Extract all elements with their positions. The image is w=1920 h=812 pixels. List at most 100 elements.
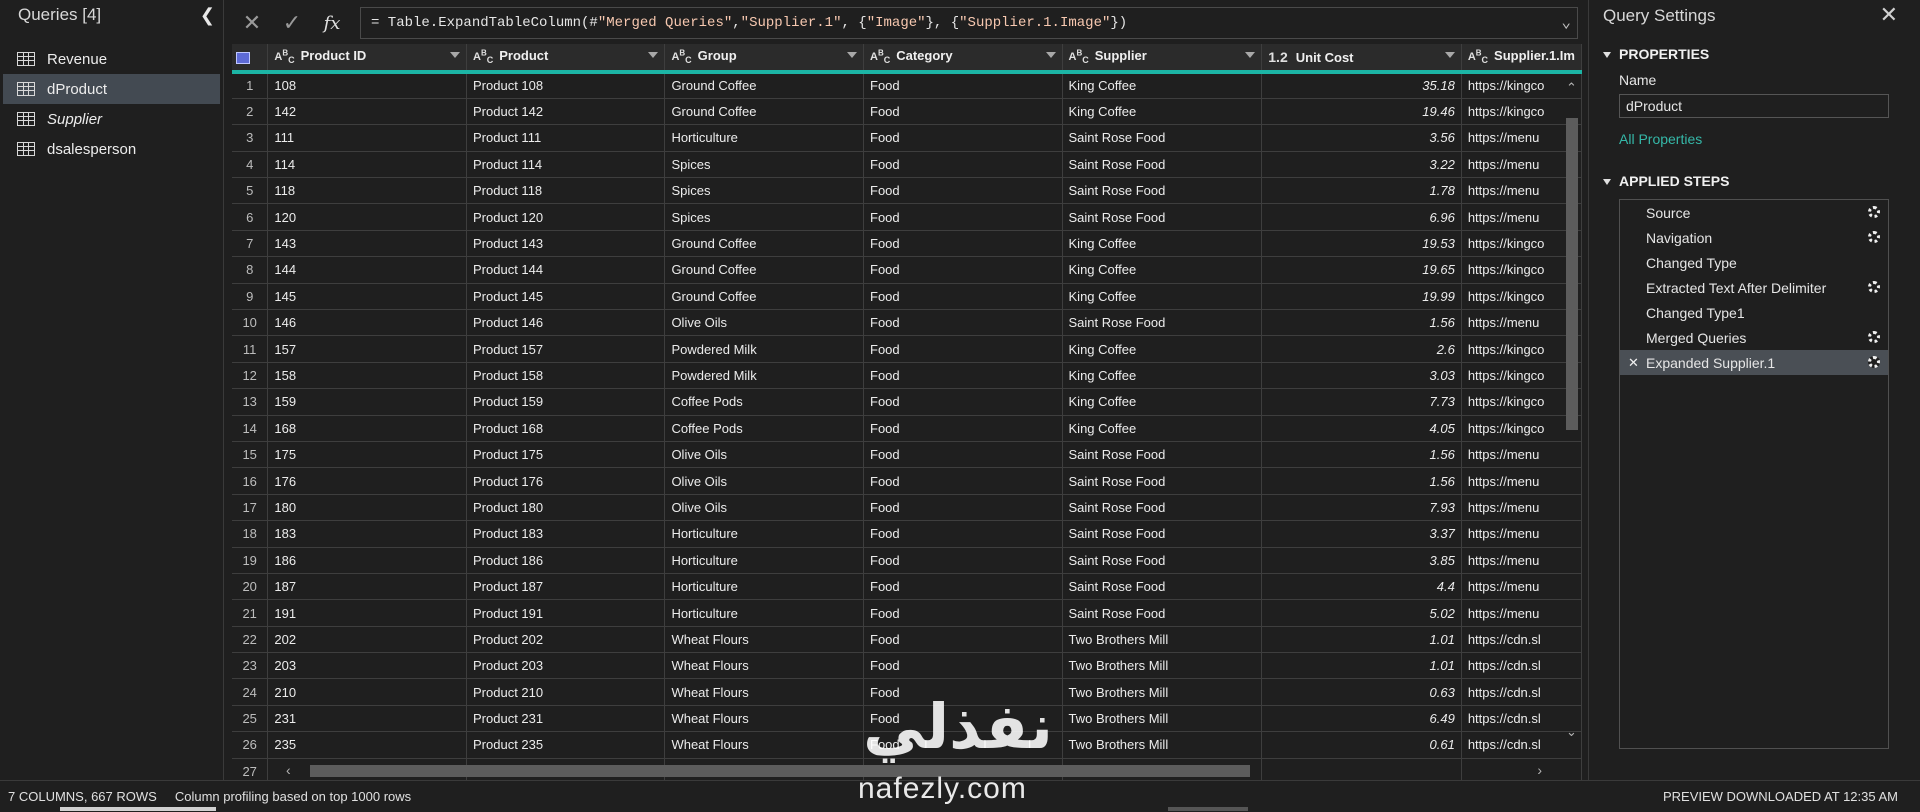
table-cell[interactable]: Food <box>863 415 1063 442</box>
table-cell[interactable]: King Coffee <box>1062 72 1263 99</box>
table-cell-unit-cost[interactable]: 4.05 <box>1261 415 1462 442</box>
table-cell[interactable]: Product 120 <box>466 203 666 231</box>
table-cell[interactable]: Food <box>863 309 1063 337</box>
filter-dropdown-icon[interactable] <box>1444 52 1455 58</box>
table-cell-unit-cost[interactable]: 0.63 <box>1261 678 1462 706</box>
table-cell[interactable]: Food <box>863 230 1063 258</box>
text-type-icon[interactable]: ABC <box>671 49 691 66</box>
delete-step-icon[interactable]: ✕ <box>1628 355 1639 371</box>
text-type-icon[interactable]: ABC <box>870 49 890 66</box>
gear-icon[interactable] <box>1868 231 1880 243</box>
table-cell[interactable]: 187 <box>267 573 468 601</box>
table-cell[interactable]: Product 108 <box>466 72 666 99</box>
collapse-pane-icon[interactable]: ❮ <box>200 5 215 26</box>
row-number[interactable]: 14 <box>232 415 269 442</box>
row-number[interactable]: 6 <box>232 203 269 231</box>
table-cell[interactable]: King Coffee <box>1062 388 1263 416</box>
table-cell-unit-cost[interactable]: 1.01 <box>1261 626 1462 654</box>
row-number[interactable]: 5 <box>232 177 269 205</box>
table-cell[interactable]: Food <box>863 335 1063 363</box>
table-cell-unit-cost[interactable]: 4.4 <box>1261 573 1462 601</box>
table-cell[interactable]: Horticulture <box>664 599 864 627</box>
row-number[interactable]: 24 <box>232 678 269 706</box>
column-header[interactable]: ABC Group <box>664 44 864 74</box>
scroll-right-icon[interactable]: › <box>1537 762 1542 778</box>
table-cell[interactable]: 210 <box>267 678 468 706</box>
commit-formula-icon[interactable]: ✓ <box>272 6 312 40</box>
table-cell[interactable]: Spices <box>664 177 864 205</box>
text-type-icon[interactable]: ABC <box>473 49 493 66</box>
table-cell[interactable]: Product 180 <box>466 494 666 522</box>
row-number[interactable]: 21 <box>232 599 269 627</box>
row-number[interactable]: 3 <box>232 124 269 152</box>
table-cell[interactable]: Product 144 <box>466 256 666 284</box>
row-number[interactable]: 10 <box>232 309 269 337</box>
scroll-down-icon[interactable]: ⌄ <box>1566 724 1577 740</box>
scroll-left-icon[interactable]: ‹ <box>286 762 291 778</box>
table-cell[interactable]: King Coffee <box>1062 362 1263 390</box>
table-cell[interactable]: 145 <box>267 283 468 311</box>
table-cell-unit-cost[interactable]: 6.49 <box>1261 705 1462 733</box>
applied-step[interactable]: Extracted Text After Delimiter <box>1620 275 1888 300</box>
row-number[interactable]: 22 <box>232 626 269 654</box>
table-cell[interactable]: Horticulture <box>664 573 864 601</box>
table-cell[interactable]: Food <box>863 626 1063 654</box>
table-cell[interactable]: 108 <box>267 72 468 99</box>
table-cell[interactable]: Product 111 <box>466 124 666 152</box>
table-cell-unit-cost[interactable]: 7.73 <box>1261 388 1462 416</box>
table-cell[interactable]: Two Brothers Mill <box>1062 678 1263 706</box>
table-cell[interactable]: 143 <box>267 230 468 258</box>
table-cell[interactable]: Food <box>863 72 1063 99</box>
row-number[interactable]: 13 <box>232 388 269 416</box>
filter-dropdown-icon[interactable] <box>847 52 857 58</box>
table-cell[interactable]: Saint Rose Food <box>1062 203 1263 231</box>
applied-step[interactable]: Changed Type <box>1620 250 1888 275</box>
table-cell[interactable]: Product 143 <box>466 230 666 258</box>
applied-step[interactable]: Navigation <box>1620 225 1888 250</box>
table-cell[interactable]: Food <box>863 283 1063 311</box>
column-header[interactable]: ABC Product <box>466 44 666 74</box>
gear-icon[interactable] <box>1868 281 1880 293</box>
table-cell[interactable]: Ground Coffee <box>664 256 864 284</box>
close-icon[interactable]: ✕ <box>1880 2 1898 28</box>
row-number[interactable]: 11 <box>232 335 269 363</box>
applied-step[interactable]: ✕ Expanded Supplier.1 <box>1620 350 1888 375</box>
filter-dropdown-icon[interactable] <box>1045 52 1056 58</box>
row-number[interactable]: 15 <box>232 441 269 469</box>
column-profiling-status[interactable]: Column profiling based on top 1000 rows <box>175 789 411 804</box>
decimal-type-icon[interactable]: 1.2 <box>1268 49 1287 65</box>
table-cell[interactable]: Saint Rose Food <box>1062 467 1263 495</box>
table-cell[interactable]: Product 175 <box>466 441 666 469</box>
table-cell[interactable]: Food <box>863 441 1063 469</box>
table-cell[interactable]: Ground Coffee <box>664 98 864 126</box>
table-cell-unit-cost[interactable]: 7.93 <box>1261 494 1462 522</box>
table-cell[interactable]: Two Brothers Mill <box>1062 705 1263 733</box>
table-cell[interactable]: Food <box>863 177 1063 205</box>
table-cell[interactable]: Food <box>863 124 1063 152</box>
table-cell-unit-cost[interactable]: 2.6 <box>1261 335 1462 363</box>
table-menu-icon[interactable] <box>236 52 250 65</box>
table-cell[interactable]: Product 202 <box>466 626 666 654</box>
table-cell[interactable]: Wheat Flours <box>664 678 864 706</box>
table-cell[interactable]: Two Brothers Mill <box>1062 731 1263 759</box>
table-cell[interactable]: Food <box>863 705 1063 733</box>
table-cell[interactable]: Saint Rose Food <box>1062 151 1263 179</box>
horizontal-scrollbar[interactable]: ‹ › <box>282 762 1544 778</box>
table-cell[interactable]: Food <box>863 652 1063 680</box>
fx-icon[interactable]: fx <box>312 6 352 40</box>
table-cell[interactable]: Coffee Pods <box>664 388 864 416</box>
table-cell[interactable]: Food <box>863 494 1063 522</box>
table-cell[interactable]: King Coffee <box>1062 256 1263 284</box>
table-cell[interactable]: 158 <box>267 362 468 390</box>
row-number[interactable]: 2 <box>232 98 269 126</box>
table-cell[interactable]: Saint Rose Food <box>1062 124 1263 152</box>
expand-formula-icon[interactable]: ⌄ <box>1561 12 1571 32</box>
row-number[interactable]: 16 <box>232 467 269 495</box>
properties-section-head[interactable]: PROPERTIES <box>1603 46 1709 62</box>
applied-step[interactable]: Changed Type1 <box>1620 300 1888 325</box>
row-number[interactable]: 19 <box>232 547 269 574</box>
table-cell[interactable]: Saint Rose Food <box>1062 494 1263 522</box>
row-number[interactable]: 4 <box>232 151 269 179</box>
query-name-input[interactable] <box>1619 94 1889 118</box>
row-number[interactable]: 9 <box>232 283 269 311</box>
